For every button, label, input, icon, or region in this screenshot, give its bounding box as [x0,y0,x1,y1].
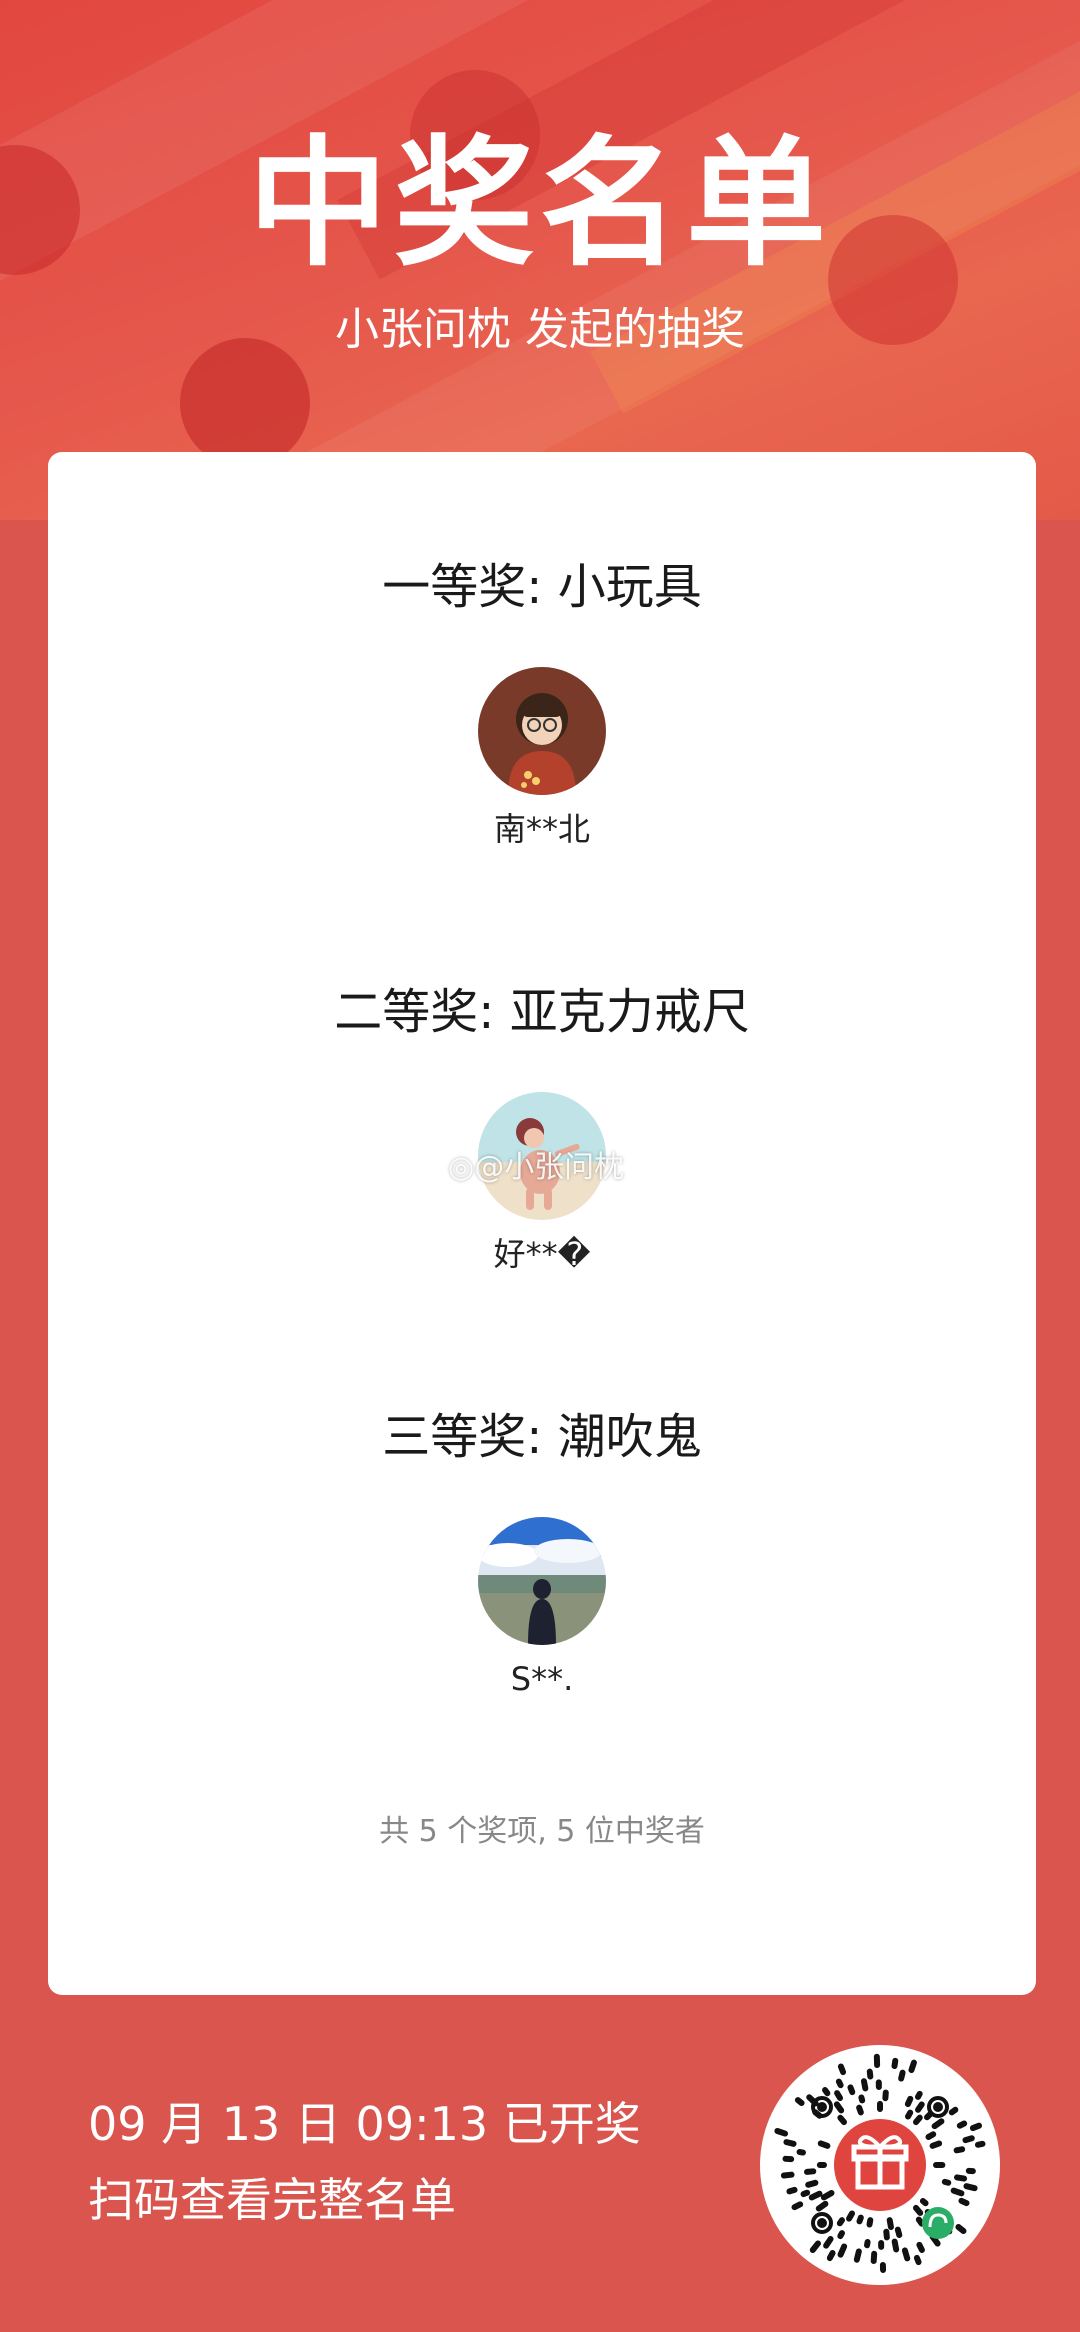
weibo-logo-icon: ◎ [448,1150,475,1185]
cartoon-boy-avatar-icon[interactable] [478,667,606,795]
qr-ray [954,2174,968,2182]
scan-hint-text: 扫码查看完整名单 [88,2173,456,2227]
qr-ray [860,2078,869,2092]
lottery-organizer-subtitle: 小张问枕 发起的抽奖 [335,304,745,355]
qr-ray [912,2114,923,2126]
qr-ray [958,2197,970,2207]
qr-ray [913,2254,922,2266]
qr-ray [822,2087,831,2097]
qr-ray [908,2059,917,2074]
miniprogram-qr-code[interactable] [760,2045,1000,2285]
prize-title: 一等奖: 小玩具 [382,559,702,615]
miniprogram-badge-icon [922,2207,954,2239]
prize-summary: 共 5 个奖项, 5 位中奖者 [379,1814,705,1849]
qr-ray [817,2140,831,2149]
qr-code-icon [774,2053,986,2273]
qr-ray [915,2101,925,2113]
prize-section-second: 二等奖: 亚克力戒尺 好**� [48,982,1036,1274]
qr-ray [941,2178,952,2186]
qr-ray [823,2235,834,2249]
qr-ray [916,2241,925,2253]
qr-ray [837,2243,848,2258]
qr-ray [905,2109,914,2120]
qr-ray [786,2186,798,2195]
qr-ray [853,2248,862,2263]
qr-ray [796,2149,806,2156]
winner-list-card: 一等奖: 小玩具 南**北 二等奖: 亚克力戒尺 好**� 三等奖: 潮吹鬼 S… [48,452,1036,1995]
qr-ray [924,2111,933,2121]
landscape-person-avatar-icon[interactable] [478,1517,606,1645]
qr-ray [804,2168,817,2175]
qr-ray [794,2097,805,2106]
winner-name: 好**� [493,1235,591,1273]
qr-ray [837,2230,845,2240]
qr-ray [856,2104,864,2116]
qr-ray [950,2187,965,2197]
qr-ray [955,2224,967,2235]
qr-ray [953,2146,966,2154]
qr-ray [847,2084,856,2096]
header-banner: 中奖名单 小张问枕 发起的抽奖 [0,0,1080,520]
qr-ray [969,2122,983,2132]
qr-ray [774,2127,789,2137]
watermark-text: @小张问枕 [474,1150,625,1185]
prize-title: 三等奖: 潮吹鬼 [382,1409,702,1465]
qr-ray [866,2068,874,2080]
qr-ray [846,2210,855,2222]
prize-section-first: 一等奖: 小玩具 南**北 [48,557,1036,849]
qr-ray [974,2140,986,2148]
qr-ray [826,2250,836,2262]
qr-ray [836,2217,845,2227]
qr-ray [833,2101,845,2114]
qr-ray [915,2090,923,2100]
qr-ray [780,2171,795,2179]
qr-ray [834,2090,844,2102]
qr-ray [808,2190,823,2201]
qr-ray [912,2204,924,2216]
qr-ray [948,2106,959,2116]
qr-ray [856,2214,864,2225]
prize-section-third: 三等奖: 潮吹鬼 S**. [48,1407,1036,1699]
qr-ray [891,2238,900,2253]
winner-name: 南**北 [493,810,590,848]
qr-ray [904,2095,914,2108]
qr-ray [820,2190,835,2201]
qr-ray [956,2120,968,2129]
weibo-watermark: ◎@小张问枕 [448,1148,648,1188]
winner-name: S**. [510,1660,574,1698]
qr-ray [791,2201,804,2211]
draw-time-text: 09 月 13 日 09:13 已开奖 [88,2097,641,2151]
qr-ray [915,2216,925,2227]
qr-ray [866,2217,874,2228]
qr-ray [837,2114,848,2126]
qr-ray [894,2226,903,2239]
qr-ray [864,2239,871,2249]
qr-ray [809,2240,821,2254]
qr-ray [962,2135,975,2144]
qr-ray [858,2094,866,2104]
qr-ray [800,2189,811,2198]
qr-ray [805,2179,819,2188]
qr-ray [835,2078,844,2089]
qr-ray [886,2217,894,2230]
qr-ray [783,2139,797,2147]
qr-ray [891,2057,899,2070]
qr-ray [815,2200,829,2212]
qr-ray [931,2118,945,2130]
qr-ray [898,2069,906,2082]
qr-ray [883,2228,890,2241]
qr-ray [919,2197,929,2207]
prize-title: 二等奖: 亚克力戒尺 [334,984,750,1040]
qr-ray [901,2247,911,2262]
qr-ray [929,2140,943,2149]
qr-ray [963,2183,978,2192]
qr-ray [837,2063,847,2076]
qr-ray [925,2131,937,2140]
page-title: 中奖名单 [247,123,832,286]
